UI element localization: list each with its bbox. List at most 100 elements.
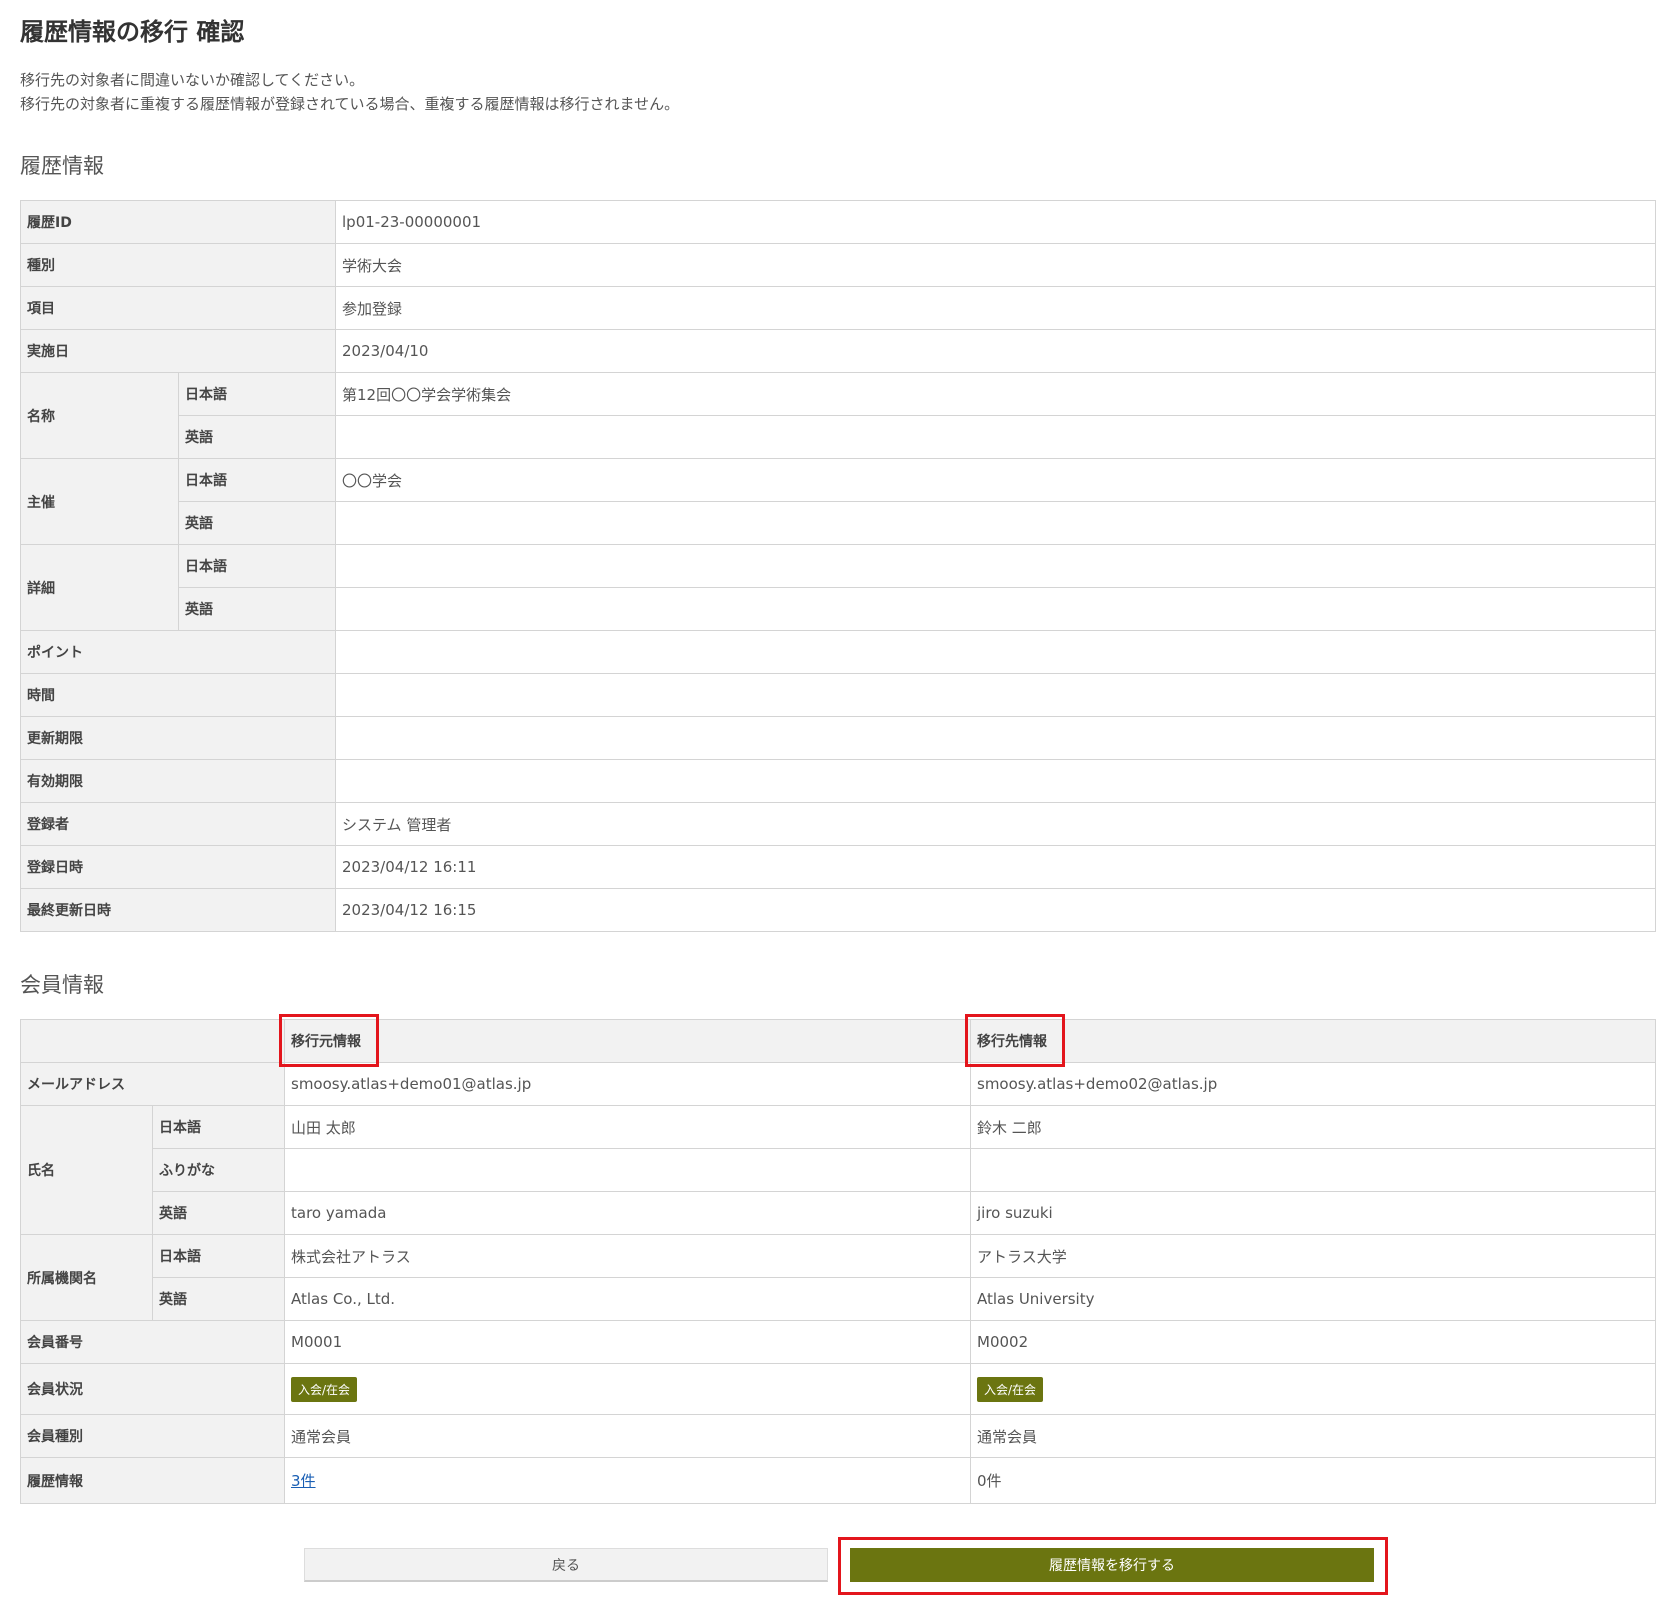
expiry-value: [335, 759, 1656, 803]
row-label: 項目: [20, 286, 336, 330]
sub-label: 英語: [152, 1277, 285, 1321]
history-table: 履歴ID lp01-23-00000001 種別 学術大会 項目 参加登録 実施…: [20, 200, 1656, 932]
member-section-title: 会員情報: [20, 973, 104, 997]
row-label: 所属機関名: [20, 1234, 153, 1321]
table-header-row: 移行元情報 移行先情報: [20, 1019, 1656, 1063]
time-value: [335, 673, 1656, 717]
table-row: メールアドレス smoosy.atlas+demo01@atlas.jp smo…: [20, 1062, 1656, 1106]
table-row: 会員状況 入会/在会 入会/在会: [20, 1363, 1656, 1415]
sub-label: 日本語: [152, 1234, 285, 1278]
target-header-highlight: [965, 1014, 1065, 1067]
status-source-cell: 入会/在会: [284, 1363, 971, 1415]
detail-en-value: [335, 587, 1656, 631]
email-target: smoosy.atlas+demo02@atlas.jp: [970, 1062, 1656, 1106]
table-row: 更新期限: [20, 716, 1656, 760]
number-source: M0001: [284, 1320, 971, 1364]
row-label: 登録日時: [20, 845, 336, 889]
sub-label: 英語: [178, 415, 336, 459]
table-row: 実施日 2023/04/10: [20, 329, 1656, 373]
number-target: M0002: [970, 1320, 1656, 1364]
name-en-value: [335, 415, 1656, 459]
history-count-link[interactable]: 3件: [291, 1472, 316, 1490]
table-row: 登録日時 2023/04/12 16:11: [20, 845, 1656, 889]
table-row: 時間: [20, 673, 1656, 717]
row-label: ポイント: [20, 630, 336, 674]
name-kana-source: [284, 1148, 971, 1192]
target-header-cell: 移行先情報: [970, 1019, 1656, 1063]
table-row: 有効期限: [20, 759, 1656, 803]
table-row: ポイント: [20, 630, 1656, 674]
table-row: ふりがな: [21, 1148, 1656, 1192]
host-ja-value: 〇〇学会: [335, 458, 1656, 502]
type-target: 通常会員: [970, 1414, 1656, 1458]
row-label: 登録者: [20, 802, 336, 846]
registrant-value: システム 管理者: [335, 802, 1656, 846]
org-ja-source: 株式会社アトラス: [284, 1234, 971, 1278]
table-row: 履歴ID lp01-23-00000001: [20, 200, 1656, 244]
back-button[interactable]: 戻る: [304, 1548, 828, 1582]
table-row: 会員種別 通常会員 通常会員: [20, 1414, 1656, 1458]
name-en-target: jiro suzuki: [970, 1191, 1656, 1235]
name-ja-source: 山田 太郎: [284, 1105, 971, 1149]
history-id-value: lp01-23-00000001: [335, 200, 1656, 244]
renewal-value: [335, 716, 1656, 760]
history-section-title: 履歴情報: [20, 154, 104, 178]
row-label: 会員番号: [20, 1320, 285, 1364]
table-row: 英語: [21, 587, 1656, 631]
sub-label: 日本語: [178, 544, 336, 588]
org-en-source: Atlas Co., Ltd.: [284, 1277, 971, 1321]
row-label: 履歴ID: [20, 200, 336, 244]
detail-ja-value: [335, 544, 1656, 588]
org-ja-target: アトラス大学: [970, 1234, 1656, 1278]
table-row: 所属機関名 日本語 株式会社アトラス アトラス大学: [20, 1234, 1656, 1321]
history-count-source-cell: 3件: [284, 1457, 971, 1504]
sub-label: 日本語: [152, 1105, 285, 1149]
migrate-history-button[interactable]: 履歴情報を移行する: [850, 1548, 1374, 1582]
table-row: 履歴情報 3件 0件: [20, 1457, 1656, 1504]
intro-line-1: 移行先の対象者に間違いないか確認してください。: [20, 71, 365, 89]
name-ja-value: 第12回〇〇学会学術集会: [335, 372, 1656, 416]
table-row: 項目 参加登録: [20, 286, 1656, 330]
sub-label: 英語: [178, 501, 336, 545]
table-row: 英語 Atlas Co., Ltd. Atlas University: [21, 1277, 1656, 1321]
point-value: [335, 630, 1656, 674]
host-en-value: [335, 501, 1656, 545]
registered-at-value: 2023/04/12 16:11: [335, 845, 1656, 889]
page-title: 履歴情報の移行 確認: [20, 18, 245, 46]
row-label: 有効期限: [20, 759, 336, 803]
table-row: 最終更新日時 2023/04/12 16:15: [20, 888, 1656, 932]
table-row: 会員番号 M0001 M0002: [20, 1320, 1656, 1364]
table-row: 種別 学術大会: [20, 243, 1656, 287]
status-badge: 入会/在会: [291, 1376, 358, 1402]
source-header-highlight: [279, 1014, 379, 1067]
row-label: 更新期限: [20, 716, 336, 760]
name-en-source: taro yamada: [284, 1191, 971, 1235]
row-label: 最終更新日時: [20, 888, 336, 932]
row-label: 主催: [20, 458, 179, 545]
row-label: 時間: [20, 673, 336, 717]
table-row: 主催 日本語 〇〇学会: [20, 458, 1656, 545]
table-row: 英語: [21, 501, 1656, 545]
row-label: 種別: [20, 243, 336, 287]
status-target-cell: 入会/在会: [970, 1363, 1656, 1415]
row-label: 名称: [20, 372, 179, 459]
email-source: smoosy.atlas+demo01@atlas.jp: [284, 1062, 971, 1106]
row-label: 会員状況: [20, 1363, 285, 1415]
date-value: 2023/04/10: [335, 329, 1656, 373]
sub-label: ふりがな: [152, 1148, 285, 1192]
item-value: 参加登録: [335, 286, 1656, 330]
table-row: 詳細 日本語: [20, 544, 1656, 631]
status-badge: 入会/在会: [977, 1376, 1044, 1402]
table-row: 英語: [21, 415, 1656, 459]
table-row: 氏名 日本語 山田 太郎 鈴木 二郎: [20, 1105, 1656, 1235]
row-label: 詳細: [20, 544, 179, 631]
name-kana-target: [970, 1148, 1656, 1192]
table-row: 英語 taro yamada jiro suzuki: [21, 1191, 1656, 1235]
kind-value: 学術大会: [335, 243, 1656, 287]
row-label: 氏名: [20, 1105, 153, 1235]
sub-label: 日本語: [178, 372, 336, 416]
table-row: 名称 日本語 第12回〇〇学会学術集会: [20, 372, 1656, 459]
updated-at-value: 2023/04/12 16:15: [335, 888, 1656, 932]
sub-label: 日本語: [178, 458, 336, 502]
type-source: 通常会員: [284, 1414, 971, 1458]
